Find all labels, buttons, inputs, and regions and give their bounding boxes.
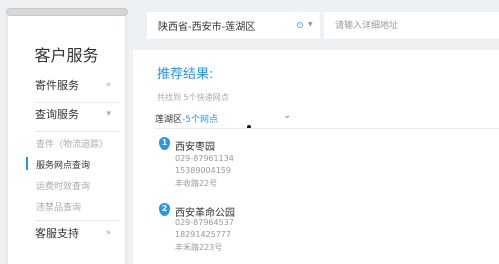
outlet-address: 丰禾路223号	[175, 243, 223, 252]
region-select-value: 陕西省-西安市-莲湖区	[158, 22, 256, 33]
double-chevron-right-icon: »	[105, 228, 111, 238]
results-title: 推荐结果:	[157, 67, 214, 82]
outlet-mobile: 15389004159	[175, 166, 231, 175]
district-name: 莲湖区	[155, 115, 183, 125]
address-input[interactable]	[324, 12, 499, 39]
menu-item-customer-support[interactable]: 客服支持 »	[8, 222, 125, 244]
caret-down-icon: ▼	[308, 21, 313, 28]
menu-item-query-service[interactable]: 查询服务 ▾	[8, 103, 125, 125]
menu-item-label: 客服支持	[35, 227, 79, 240]
results-count: 共找到 5个快递网点	[157, 93, 229, 102]
chevron-down-icon: ▾	[106, 109, 111, 119]
menu-item-label: 查询服务	[35, 108, 79, 121]
submenu-item-prohibited-query[interactable]: 违禁品查询	[36, 200, 81, 213]
sidebar-top-bar	[6, 8, 128, 16]
outlet-phone: 029-87964537	[175, 218, 234, 227]
double-chevron-right-icon: »	[105, 80, 111, 90]
submenu-item-outlet-query[interactable]: 服务网点查询	[36, 158, 90, 171]
outlet-name[interactable]: 西安枣园	[175, 138, 215, 153]
sidebar: 客户服务 寄件服务 » 查询服务 ▾ 查件（物流追踪） 服务网点查询 运费时效查…	[6, 8, 128, 264]
outlet-name[interactable]: 西安革命公园	[175, 204, 235, 219]
region-select[interactable]: 陕西省-西安市-莲湖区 ⊙ ▼	[147, 12, 320, 39]
outlet-phone: 029-87961134	[175, 154, 234, 163]
district-divider	[155, 128, 499, 129]
district-count: -5个网点	[182, 115, 218, 125]
outlet-mobile: 18291425777	[175, 230, 231, 239]
submenu-item-tracking[interactable]: 查件（物流追踪）	[36, 137, 108, 150]
double-chevron-down-icon[interactable]: ⌄	[283, 110, 291, 121]
outlet-address: 丰收路22号	[175, 179, 218, 188]
submenu-item-freight-query[interactable]: 运费时效查询	[36, 179, 90, 192]
district-header[interactable]: 莲湖区-5个网点	[155, 112, 218, 125]
menu-item-label: 寄件服务	[35, 79, 79, 92]
menu-divider	[35, 131, 119, 132]
menu-item-send-service[interactable]: 寄件服务 »	[8, 74, 125, 96]
sidebar-title: 客户服务	[34, 46, 99, 65]
menu-divider	[35, 220, 119, 221]
active-indicator	[26, 157, 28, 170]
clear-circle-icon[interactable]: ⊙	[296, 21, 304, 31]
